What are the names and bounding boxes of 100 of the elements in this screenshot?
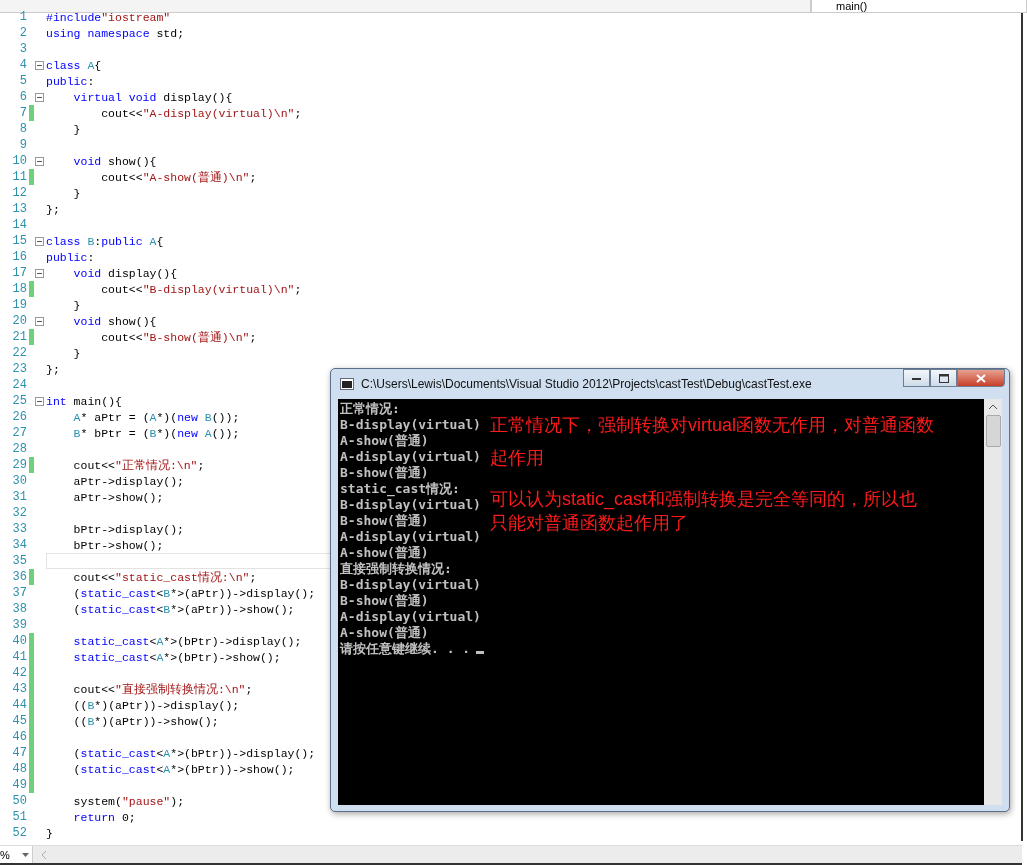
line-number: 26 [11,410,27,424]
close-button[interactable] [957,369,1005,387]
code-line: } [72,298,81,312]
code-line: system("pause"); [72,794,185,808]
line-number: 10 [11,154,27,168]
line-number: 5 [18,74,27,88]
code-line: (static_cast<B*>(aPtr))->show(); [72,602,295,616]
code-line: A* aPtr = (A*)(new B()); [72,410,240,424]
member-dropdown[interactable]: main() [811,0,1027,13]
console-output-line: static_cast情况: [340,481,460,497]
code-line: cout<<"B-display(virtual)\n"; [100,282,302,296]
console-output-line: A-display(virtual) [340,529,481,545]
console-output-line: A-show(普通) [340,433,429,449]
line-number: 24 [11,378,27,392]
code-line: class B:public A{ [46,234,164,248]
console-output-line: B-show(普通) [340,593,429,609]
code-line: (static_cast<A*>(bPtr))->show(); [72,762,295,776]
console-output-line: A-show(普通) [340,545,429,561]
line-number: 23 [11,362,27,376]
maximize-icon [938,373,949,383]
console-output-line: A-display(virtual) [340,609,481,625]
code-line: #include"iostream" [46,10,171,24]
code-line: cout<<"直接强制转换情况:\n"; [72,681,253,697]
scroll-thumb[interactable] [985,415,1001,447]
line-number: 17 [11,266,27,280]
collapse-icon[interactable] [35,60,44,70]
maximize-button[interactable] [930,369,957,387]
console-output-line: A-display(virtual) [340,449,481,465]
code-line: return 0; [72,810,136,824]
line-number: 38 [11,602,27,616]
line-number: 30 [11,474,27,488]
collapse-icon[interactable] [35,236,44,246]
line-number: 46 [11,730,27,744]
console-output-line: B-display(virtual) [340,577,481,593]
code-line: }; [46,362,60,376]
console-output-line: B-display(virtual) [340,417,481,433]
collapse-icon[interactable] [35,156,44,166]
line-number: 3 [18,42,27,56]
code-line: } [72,186,81,200]
line-number: 19 [11,298,27,312]
code-line: aPtr->display(); [72,474,185,488]
code-line: static_cast<A*>(bPtr)->display(); [72,634,302,648]
code-line: bPtr->display(); [72,522,185,536]
code-line: (static_cast<A*>(bPtr))->display(); [72,746,316,760]
annotation-text: 可以认为static_cast和强制转换是完全等同的，所以也只能对普通函数起作用了 [490,488,919,535]
close-icon [976,373,986,383]
code-line: cout<<"B-show(普通)\n"; [100,329,257,345]
code-line: static_cast<A*>(bPtr)->show(); [72,650,281,664]
line-number: 52 [11,826,27,840]
console-output-line: 请按任意键继续. . . [340,641,485,657]
console-output-line: B-show(普通) [340,465,429,481]
minimize-icon [912,376,921,380]
collapse-icon[interactable] [35,316,44,326]
line-number: 25 [11,394,27,408]
zoom-dropdown[interactable]: % [0,846,33,863]
line-number: 9 [18,138,27,152]
line-number: 22 [11,346,27,360]
collapse-icon[interactable] [35,92,44,102]
code-line: void show(){ [72,154,157,168]
line-number: 41 [11,650,27,664]
code-line: virtual void display(){ [72,90,233,104]
line-number: 28 [11,442,27,456]
line-number: 4 [18,58,27,72]
annotation-text: 正常情况下，强制转换对virtual函数无作用，对普通函数起作用 [490,414,935,470]
code-line: class A{ [46,58,102,72]
minimize-button[interactable] [903,369,930,387]
vertical-scrollbar[interactable] [984,399,1002,805]
line-number: 49 [11,778,27,792]
line-number: 14 [11,218,27,232]
collapse-icon[interactable] [35,268,44,278]
console-output-line: A-show(普通) [340,625,429,641]
code-line: (static_cast<B*>(aPtr))->display(); [72,586,316,600]
line-number: 12 [11,186,27,200]
line-number: 31 [11,490,27,504]
code-line: } [46,826,53,840]
line-number: 15 [11,234,27,248]
console-output-line: 正常情况: [340,401,400,417]
code-line: ((B*)(aPtr))->display(); [72,698,240,712]
code-line: ((B*)(aPtr))->show(); [72,714,219,728]
line-number: 44 [11,698,27,712]
code-line: aPtr->show(); [72,490,164,504]
code-line: void show(){ [72,314,157,328]
line-number: 51 [11,810,27,824]
line-number: 27 [11,426,27,440]
line-number: 29 [11,458,27,472]
line-number: 42 [11,666,27,680]
code-line: cout<<"正常情况:\n"; [72,457,205,473]
line-number: 37 [11,586,27,600]
line-number: 39 [11,618,27,632]
line-number: 6 [18,90,27,104]
line-number: 50 [11,794,27,808]
collapse-icon[interactable] [35,396,44,406]
line-number: 21 [11,330,27,344]
code-line: public: [46,74,95,88]
console-icon [340,378,354,390]
line-number: 11 [11,170,27,184]
line-number: 33 [11,522,27,536]
scroll-up-icon[interactable] [989,404,997,409]
line-number: 1 [18,10,27,24]
code-line: public: [46,250,95,264]
